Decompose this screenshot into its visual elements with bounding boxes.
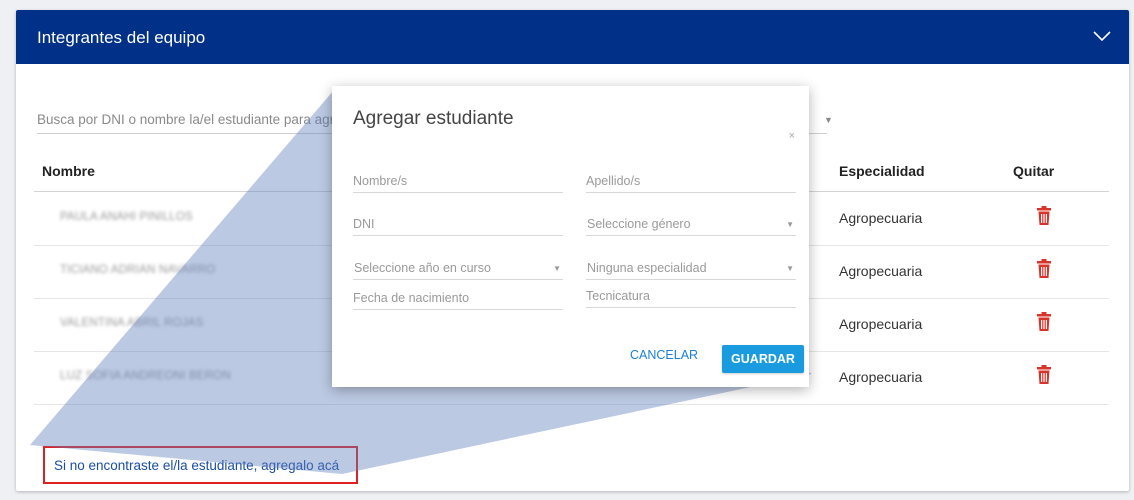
dialog-title: Agregar estudiante xyxy=(353,108,514,129)
apellido-field[interactable] xyxy=(586,170,796,193)
trash-icon[interactable] xyxy=(1036,312,1052,332)
student-name: LUZ SOFIA ANDREONI BERON xyxy=(60,370,231,382)
especialidad-select[interactable]: Ninguna especialidad ▼ xyxy=(586,257,796,280)
student-especialidad: Agropecuaria xyxy=(839,263,923,279)
anio-select[interactable]: Seleccione año en curso ▼ xyxy=(353,257,563,280)
caret-down-icon: ▼ xyxy=(786,264,794,273)
caret-down-icon: ▼ xyxy=(553,264,561,273)
chevron-down-icon[interactable] xyxy=(1093,29,1111,47)
student-especialidad: Agropecuaria xyxy=(839,316,923,332)
trash-icon[interactable] xyxy=(1036,259,1052,279)
student-name: TICIANO ADRIAN NAVARRO xyxy=(60,264,216,276)
anio-select-value: Seleccione año en curso xyxy=(354,261,491,275)
panel-header[interactable]: Integrantes del equipo xyxy=(16,10,1129,64)
trash-icon[interactable] xyxy=(1036,206,1052,226)
trash-icon[interactable] xyxy=(1036,365,1052,385)
student-especialidad: Agropecuaria xyxy=(839,210,923,226)
student-name: PAULA ANAHI PINILLOS xyxy=(60,211,193,223)
nombre-field[interactable] xyxy=(353,170,563,193)
close-icon[interactable]: × xyxy=(789,130,795,142)
column-header-quitar: Quitar xyxy=(1013,163,1055,179)
student-especialidad: Agropecuaria xyxy=(839,369,923,385)
tecnicatura-field[interactable] xyxy=(586,285,796,308)
student-name: VALENTINA ABRIL ROJAS xyxy=(60,317,204,329)
add-student-dialog: Agregar estudiante × Seleccione género ▼… xyxy=(332,86,809,387)
cancel-button[interactable]: CANCELAR xyxy=(630,348,698,362)
save-button[interactable]: GUARDAR xyxy=(722,345,804,373)
column-header-nombre: Nombre xyxy=(42,163,95,179)
column-header-especialidad: Especialidad xyxy=(839,163,925,179)
add-student-link-highlight: Si no encontraste el/la estudiante, agre… xyxy=(43,446,358,484)
caret-down-icon[interactable]: ▼ xyxy=(824,115,833,125)
especialidad-select-value: Ninguna especialidad xyxy=(587,261,707,275)
panel-title: Integrantes del equipo xyxy=(37,28,206,47)
fecha-nacimiento-field[interactable] xyxy=(353,287,563,310)
add-student-link[interactable]: Si no encontraste el/la estudiante, agre… xyxy=(54,458,339,473)
dni-field[interactable] xyxy=(353,213,563,236)
genero-select-value: Seleccione género xyxy=(587,217,691,231)
caret-down-icon: ▼ xyxy=(786,220,794,229)
genero-select[interactable]: Seleccione género ▼ xyxy=(586,213,796,236)
